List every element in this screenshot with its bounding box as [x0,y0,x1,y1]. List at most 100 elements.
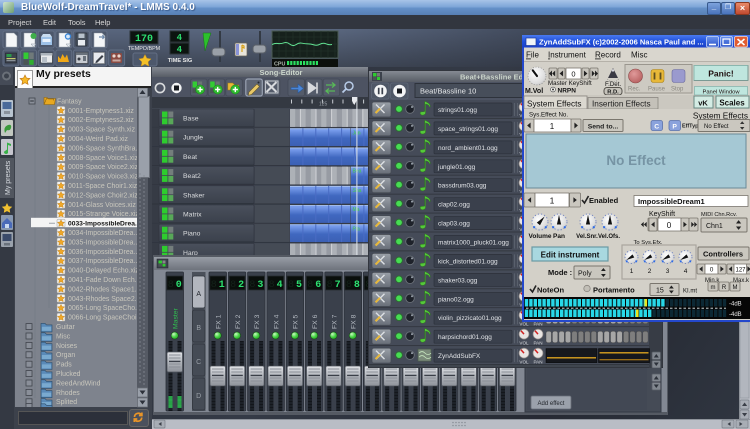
svg-text:Base: Base [183,116,199,123]
svg-text:Pause: Pause [648,87,666,93]
svg-text:System Effects: System Effects [527,100,581,109]
svg-text:TEMPO/BPM: TEMPO/BPM [128,46,161,52]
svg-text:0001-Emptyness1.xiz: 0001-Emptyness1.xiz [68,108,134,115]
svg-text:3: 3 [666,268,670,275]
svg-text:A: A [196,291,201,298]
svg-text:4: 4 [177,33,183,43]
svg-text:nord_ambient01.ogg: nord_ambient01.ogg [438,145,498,152]
svg-text:0002-Emptyness2.xiz: 0002-Emptyness2.xiz [68,117,134,124]
svg-text:FX 8: FX 8 [351,314,358,329]
svg-text:0012-Space Choir2.xiz: 0012-Space Choir2.xiz [68,192,138,199]
svg-text:ImpossibleDream1: ImpossibleDream1 [638,197,705,206]
svg-text:-4dB: -4dB [729,312,742,318]
svg-text:0065-Long SpaceCho...: 0065-Long SpaceCho... [68,305,141,312]
svg-text:FX 4: FX 4 [273,314,280,329]
svg-text:0034-ImpossibleDrea...: 0034-ImpossibleDrea... [68,230,139,237]
svg-text:0040-Delayed Echo.xiz: 0040-Delayed Echo.xiz [68,268,139,275]
svg-text:Controllers: Controllers [703,250,743,259]
svg-text:8: 8 [307,280,313,291]
svg-text:VOL: VOL [519,359,529,364]
svg-text:ReedAndWind: ReedAndWind [56,380,101,387]
svg-text:6: 6 [315,280,321,291]
svg-text:0015-Strange Voice.xiz: 0015-Strange Voice.xiz [68,211,139,218]
svg-text:clap03.ogg: clap03.ogg [438,221,470,228]
svg-text:2: 2 [238,280,244,291]
svg-text:Panel Window: Panel Window [702,90,740,96]
svg-text:Sys.Effect No.: Sys.Effect No. [529,112,568,119]
svg-text:strings01.ogg: strings01.ogg [438,107,477,114]
svg-text:Piano: Piano [183,231,201,238]
svg-text:VOL: VOL [519,321,529,326]
svg-text:Song-Editor: Song-Editor [260,68,303,77]
svg-text:D: D [196,393,201,400]
svg-text:Add effect: Add effect [538,401,565,407]
svg-text:matrix1000_pluck01.ogg: matrix1000_pluck01.ogg [438,240,509,247]
svg-text:Send to...: Send to... [588,124,619,131]
svg-text:Shaker: Shaker [183,192,205,199]
svg-text:Instrument: Instrument [548,51,587,60]
svg-text:0: 0 [176,280,182,291]
svg-text:Panic!: Panic! [708,69,734,79]
svg-text:vK: vK [698,99,708,108]
svg-text:C: C [196,359,201,366]
svg-text:Chn1: Chn1 [706,223,723,230]
svg-text:127: 127 [735,268,746,274]
svg-text:1: 1 [219,280,225,291]
svg-text:clap02.ogg: clap02.ogg [438,202,470,209]
svg-text:Insertion Effects: Insertion Effects [592,100,651,109]
svg-text:FX 2: FX 2 [235,314,242,329]
svg-text:1: 1 [550,122,555,131]
svg-text:Enabled: Enabled [589,196,619,205]
svg-text:NoteOn: NoteOn [537,286,565,295]
svg-text:5: 5 [296,280,302,291]
svg-text:space_strings01.ogg: space_strings01.ogg [438,126,498,133]
svg-text:Pads: Pads [56,362,72,369]
svg-text:M: M [733,285,738,291]
svg-text:Noises: Noises [56,343,78,350]
svg-text:No Effect: No Effect [606,153,666,168]
svg-text:170: 170 [135,34,153,45]
svg-text:NRPN: NRPN [558,88,577,95]
svg-text:Beat2: Beat2 [183,173,201,180]
svg-text:FX 6: FX 6 [312,314,319,329]
svg-text:2: 2 [648,268,652,275]
svg-text:violin_pizzicato01.ogg: violin_pizzicato01.ogg [438,315,502,322]
svg-text:P: P [672,123,677,130]
svg-text:Portamento: Portamento [593,286,635,295]
svg-text:Fantasy: Fantasy [57,98,82,105]
svg-text:Mode :: Mode : [548,268,572,277]
svg-text:0003-Space Synth.xiz: 0003-Space Synth.xiz [68,127,136,134]
svg-text:0033-ImpossibleDrea...: 0033-ImpossibleDrea... [68,221,141,228]
svg-text:0010-Space Voice3.xiz: 0010-Space Voice3.xiz [68,174,139,181]
svg-text:Rec.: Rec. [628,87,641,93]
svg-text:Pia: Pia [353,226,360,232]
svg-text:Scales: Scales [719,99,745,108]
svg-text:Vel.Snr.: Vel.Snr. [576,234,598,240]
svg-text:harpsichord01.ogg: harpsichord01.ogg [438,334,492,341]
svg-text:KeyShift: KeyShift [649,211,675,218]
svg-text:Splited: Splited [56,399,77,406]
svg-text:C: C [654,123,659,130]
svg-text:8: 8 [211,280,217,291]
svg-text:MIDI Chn.Rcv.: MIDI Chn.Rcv. [701,212,737,218]
svg-text:Stop: Stop [671,87,684,93]
svg-text:Pan: Pan [553,233,565,240]
svg-text:8: 8 [346,280,352,291]
svg-text:Master: Master [173,307,180,329]
svg-text:8: 8 [354,280,360,291]
svg-text:15: 15 [656,288,664,295]
svg-text:7: 7 [335,280,341,291]
svg-text:Plucked: Plucked [56,371,81,378]
svg-text:8: 8 [288,280,294,291]
svg-text:Edit instrument: Edit instrument [541,251,600,260]
svg-text:Beat/Bassline 10: Beat/Bassline 10 [420,87,476,96]
svg-text:0041-Fade Down Ech...: 0041-Fade Down Ech... [68,277,140,284]
svg-text:Ma: Ma [353,207,360,213]
svg-text:3: 3 [257,280,263,291]
svg-text:kick_distorted01.ogg: kick_distorted01.ogg [438,258,498,265]
svg-text:Volume: Volume [529,233,552,240]
svg-text:8: 8 [230,280,236,291]
svg-text:0014-Glass Voices.xiz: 0014-Glass Voices.xiz [68,202,136,209]
svg-text:FX 3: FX 3 [254,314,261,329]
svg-text:8: 8 [249,280,255,291]
